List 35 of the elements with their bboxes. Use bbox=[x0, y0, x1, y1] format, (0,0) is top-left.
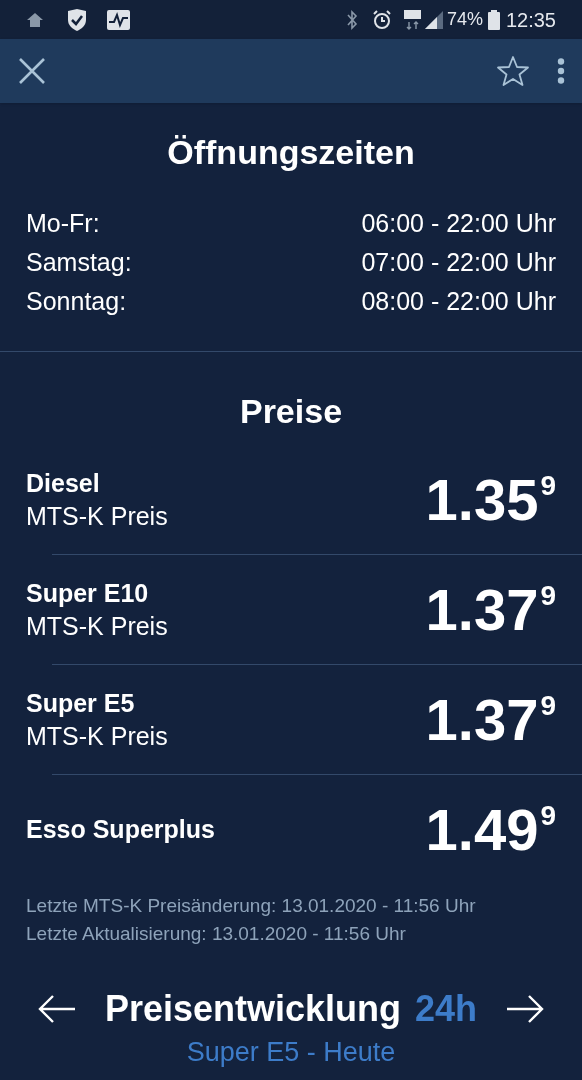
weekday-label: Sonntag: bbox=[26, 286, 127, 317]
weekday-label: Samstag: bbox=[26, 247, 132, 278]
fuel-name: Super E10 bbox=[26, 577, 150, 609]
price-source: MTS-K Preis bbox=[26, 610, 168, 642]
right-arrow-icon[interactable] bbox=[506, 994, 544, 1024]
close-icon[interactable] bbox=[17, 56, 47, 86]
star-icon[interactable] bbox=[496, 55, 530, 87]
battery-icon bbox=[487, 9, 500, 30]
fuel-name: Super E5 bbox=[26, 687, 136, 719]
update-note: Letzte MTS-K Preisänderung: 13.01.2020 - 11:56 Uhr bbox=[26, 894, 477, 918]
left-arrow-icon[interactable] bbox=[38, 994, 76, 1024]
price-source: MTS-K Preis bbox=[26, 720, 168, 752]
period-label[interactable]: 24h bbox=[415, 982, 478, 1036]
price-source: MTS-K Preis bbox=[26, 500, 168, 532]
activity-icon bbox=[107, 9, 130, 30]
lte-icon bbox=[403, 9, 421, 30]
clock: 12:35 bbox=[505, 7, 556, 33]
opening-hours: 07:00 - 22:00 Uhr bbox=[361, 247, 556, 278]
home-icon bbox=[26, 11, 44, 28]
weekday-label: Mo-Fr: bbox=[26, 208, 100, 239]
alarm-icon bbox=[371, 9, 392, 30]
chart-title: Preisentwicklung bbox=[104, 987, 401, 1031]
opening-hours: 06:00 - 22:00 Uhr bbox=[361, 208, 556, 239]
more-options-icon[interactable] bbox=[557, 58, 565, 84]
fuel-name: Diesel bbox=[26, 467, 101, 499]
fuel-name: Esso Superplus bbox=[26, 814, 215, 845]
bluetooth-icon bbox=[345, 9, 358, 30]
chart-subtitle: Super E5 - Heute bbox=[186, 1036, 396, 1068]
shield-icon bbox=[67, 7, 87, 32]
section-heading: Öffnungszeiten bbox=[166, 132, 416, 173]
opening-hours: 08:00 - 22:00 Uhr bbox=[361, 286, 556, 317]
signal-icon bbox=[423, 9, 444, 30]
update-note: Letzte Aktualisierung: 13.01.2020 - 11:56 Uhr bbox=[26, 922, 407, 946]
section-heading: Preise bbox=[238, 391, 344, 432]
battery-percentage: 74% bbox=[446, 8, 483, 31]
